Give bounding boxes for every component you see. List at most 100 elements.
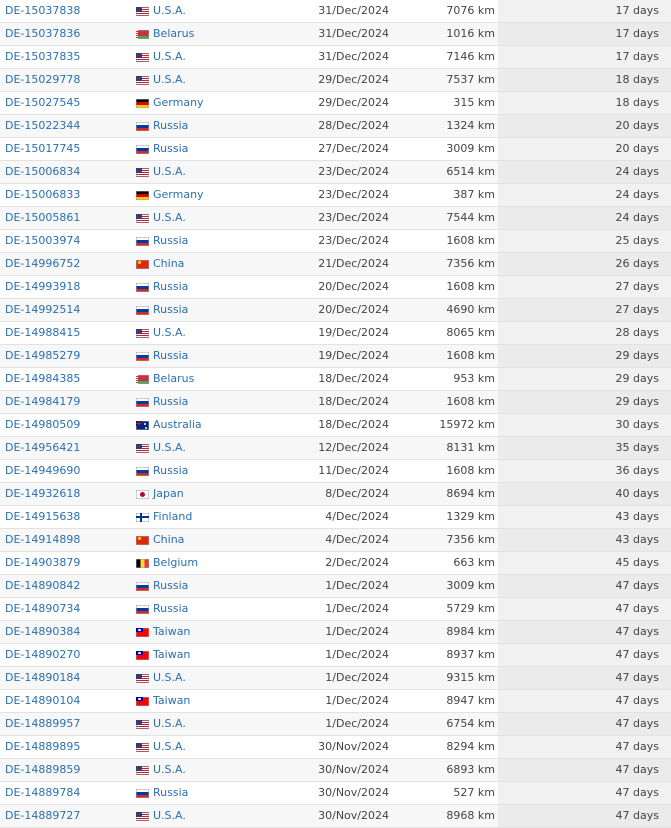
- country-link[interactable]: Russia: [136, 138, 188, 160]
- travel-days: 17 days: [615, 4, 659, 17]
- postcard-id-link[interactable]: DE-15017745: [5, 138, 80, 160]
- russia-flag-icon: [136, 236, 149, 246]
- postcard-id-link[interactable]: DE-14889957: [5, 713, 80, 735]
- country-link[interactable]: Finland: [136, 506, 192, 528]
- country-link[interactable]: U.S.A.: [136, 161, 186, 183]
- country-link[interactable]: Russia: [136, 115, 188, 137]
- country-link[interactable]: Taiwan: [136, 690, 190, 712]
- country-name: U.S.A.: [153, 441, 186, 454]
- sent-date: 8/Dec/2024: [325, 487, 389, 500]
- postcard-id-link[interactable]: DE-14890270: [5, 644, 80, 666]
- country-name: Japan: [153, 487, 184, 500]
- postcard-id-link[interactable]: DE-15006833: [5, 184, 80, 206]
- postcard-id-link[interactable]: DE-14956421: [5, 437, 80, 459]
- country-link[interactable]: U.S.A.: [136, 322, 186, 344]
- postcard-id-link[interactable]: DE-14993918: [5, 276, 80, 298]
- table-row: DE-14914898 China 4/Dec/2024 7356 km 43 …: [0, 529, 671, 552]
- table-row: DE-15037836 Belarus 31/Dec/2024 1016 km …: [0, 23, 671, 46]
- country-link[interactable]: Belgium: [136, 552, 198, 574]
- postcard-id-link[interactable]: DE-15037838: [5, 0, 80, 22]
- country-link[interactable]: U.S.A.: [136, 759, 186, 781]
- travel-days: 18 days: [615, 96, 659, 109]
- distance: 8294 km: [446, 740, 495, 753]
- russia-flag-icon: [136, 466, 149, 476]
- country-link[interactable]: U.S.A.: [136, 713, 186, 735]
- country-link[interactable]: Russia: [136, 598, 188, 620]
- postcard-id-link[interactable]: DE-14889895: [5, 736, 80, 758]
- postcard-id-link[interactable]: DE-14903879: [5, 552, 80, 574]
- table-row: DE-15027545 Germany 29/Dec/2024 315 km 1…: [0, 92, 671, 115]
- country-link[interactable]: Russia: [136, 391, 188, 413]
- postcard-id-link[interactable]: DE-14992514: [5, 299, 80, 321]
- postcard-id-link[interactable]: DE-14890384: [5, 621, 80, 643]
- country-name: Taiwan: [153, 694, 191, 707]
- country-link[interactable]: Russia: [136, 230, 188, 252]
- postcard-id-link[interactable]: DE-14889859: [5, 759, 80, 781]
- country-link[interactable]: China: [136, 253, 184, 275]
- country-link[interactable]: U.S.A.: [136, 0, 186, 22]
- country-link[interactable]: U.S.A.: [136, 805, 186, 827]
- travel-days: 47 days: [615, 648, 659, 661]
- country-link[interactable]: U.S.A.: [136, 207, 186, 229]
- country-link[interactable]: Russia: [136, 276, 188, 298]
- distance: 663 km: [453, 556, 495, 569]
- country-link[interactable]: Russia: [136, 299, 188, 321]
- country-link[interactable]: Russia: [136, 460, 188, 482]
- table-row: DE-15037838 U.S.A. 31/Dec/2024 7076 km 1…: [0, 0, 671, 23]
- table-row: DE-14992514 Russia 20/Dec/2024 4690 km 2…: [0, 299, 671, 322]
- postcard-id-link[interactable]: DE-15029778: [5, 69, 80, 91]
- distance: 7356 km: [446, 257, 495, 270]
- china-flag-icon: [136, 259, 149, 269]
- postcard-id-link[interactable]: DE-14889727: [5, 805, 80, 827]
- postcard-id-link[interactable]: DE-14949690: [5, 460, 80, 482]
- country-link[interactable]: U.S.A.: [136, 667, 186, 689]
- postcard-id-link[interactable]: DE-15022344: [5, 115, 80, 137]
- country-link[interactable]: Taiwan: [136, 621, 190, 643]
- country-link[interactable]: U.S.A.: [136, 69, 186, 91]
- country-link[interactable]: U.S.A.: [136, 437, 186, 459]
- postcard-id-link[interactable]: DE-14890104: [5, 690, 80, 712]
- country-link[interactable]: China: [136, 529, 184, 551]
- postcard-id-link[interactable]: DE-14890734: [5, 598, 80, 620]
- postcard-id-link[interactable]: DE-14996752: [5, 253, 80, 275]
- distance: 1608 km: [446, 234, 495, 247]
- postcard-id-link[interactable]: DE-15027545: [5, 92, 80, 114]
- country-link[interactable]: U.S.A.: [136, 736, 186, 758]
- postcard-id-link[interactable]: DE-14985279: [5, 345, 80, 367]
- postcard-id-link[interactable]: DE-14988415: [5, 322, 80, 344]
- postcard-id-link[interactable]: DE-15006834: [5, 161, 80, 183]
- country-link[interactable]: Japan: [136, 483, 184, 505]
- country-link[interactable]: Germany: [136, 92, 204, 114]
- country-link[interactable]: Russia: [136, 782, 188, 804]
- postcard-id-link[interactable]: DE-14914898: [5, 529, 80, 551]
- sent-date: 29/Dec/2024: [318, 73, 389, 86]
- country-link[interactable]: U.S.A.: [136, 46, 186, 68]
- postcard-id-link[interactable]: DE-15003974: [5, 230, 80, 252]
- postcard-id-link[interactable]: DE-14890184: [5, 667, 80, 689]
- country-link[interactable]: Belarus: [136, 23, 194, 45]
- country-link[interactable]: Australia: [136, 414, 202, 436]
- travel-days: 45 days: [615, 556, 659, 569]
- finland-flag-icon: [136, 512, 149, 522]
- country-name: Belarus: [153, 27, 195, 40]
- sent-date: 12/Dec/2024: [318, 441, 389, 454]
- postcard-id-link[interactable]: DE-14984179: [5, 391, 80, 413]
- postcard-id-link[interactable]: DE-15037835: [5, 46, 80, 68]
- postcard-id-link[interactable]: DE-14889784: [5, 782, 80, 804]
- sent-date: 31/Dec/2024: [318, 27, 389, 40]
- table-row: DE-15006833 Germany 23/Dec/2024 387 km 2…: [0, 184, 671, 207]
- postcard-id-link[interactable]: DE-14932618: [5, 483, 80, 505]
- country-link[interactable]: Russia: [136, 345, 188, 367]
- postcard-id-link[interactable]: DE-14890842: [5, 575, 80, 597]
- postcard-id-link[interactable]: DE-15037836: [5, 23, 80, 45]
- travel-days: 43 days: [615, 533, 659, 546]
- country-link[interactable]: Belarus: [136, 368, 194, 390]
- country-link[interactable]: Taiwan: [136, 644, 190, 666]
- country-link[interactable]: Germany: [136, 184, 204, 206]
- postcard-id-link[interactable]: DE-14984385: [5, 368, 80, 390]
- postcard-id-link[interactable]: DE-14980509: [5, 414, 80, 436]
- distance: 5729 km: [446, 602, 495, 615]
- country-link[interactable]: Russia: [136, 575, 188, 597]
- postcard-id-link[interactable]: DE-15005861: [5, 207, 80, 229]
- postcard-id-link[interactable]: DE-14915638: [5, 506, 80, 528]
